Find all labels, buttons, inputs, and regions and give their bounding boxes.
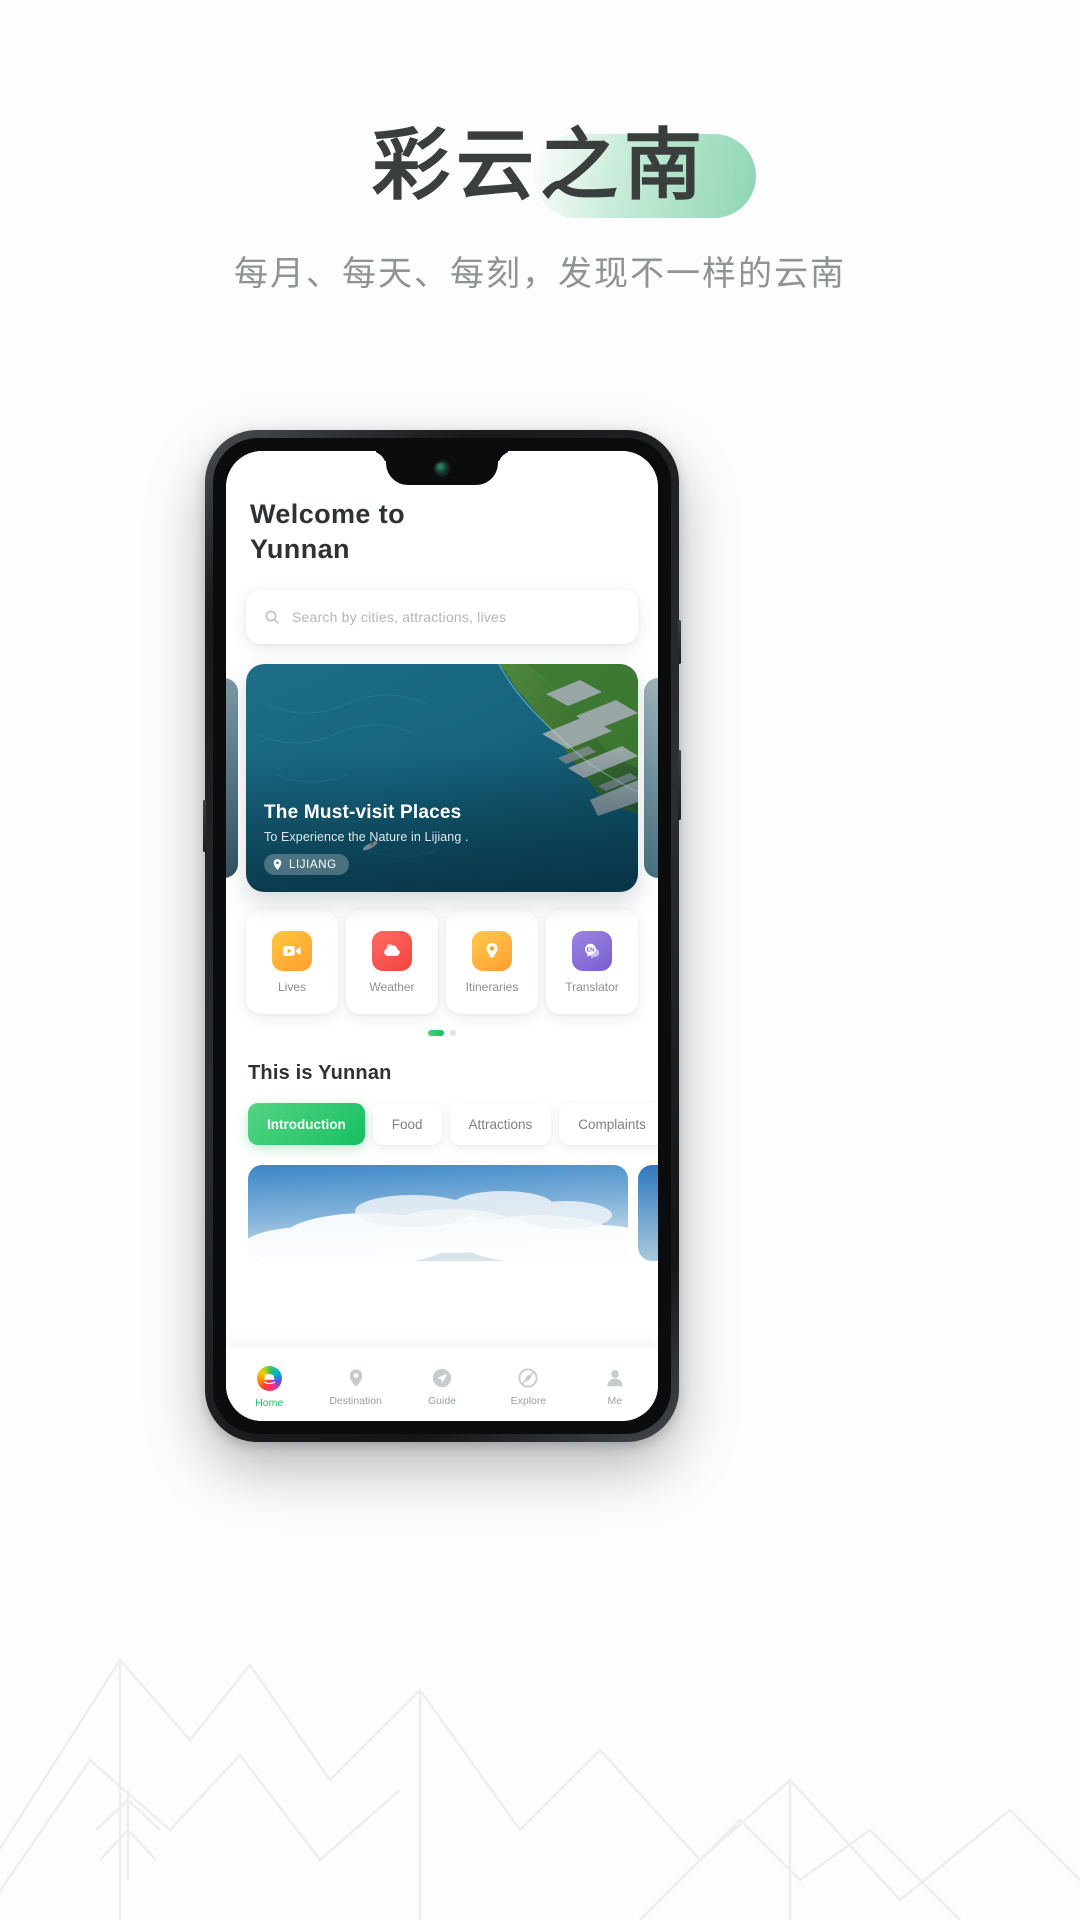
nav-item-home[interactable]: Home bbox=[226, 1365, 312, 1409]
phone-screen: Welcome to Yunnan Search by cities, attr… bbox=[226, 451, 658, 1421]
search-bar[interactable]: Search by cities, attractions, lives bbox=[246, 590, 638, 645]
tab-attractions[interactable]: Attractions bbox=[449, 1103, 552, 1146]
quick-action-label: Weather bbox=[369, 979, 415, 994]
nav-label: Me bbox=[607, 1395, 623, 1407]
carousel-card-prev[interactable] bbox=[226, 678, 238, 879]
video-camera-icon bbox=[272, 930, 312, 971]
tab-introduction[interactable]: Introduction bbox=[248, 1103, 365, 1146]
section-gallery bbox=[248, 1165, 658, 1262]
carousel-card-active[interactable]: The Must-visit Places To Experience the … bbox=[246, 664, 638, 893]
clouds-sky-image bbox=[248, 1165, 628, 1262]
tab-label: Introduction bbox=[267, 1116, 346, 1132]
app-viewport: Welcome to Yunnan Search by cities, attr… bbox=[226, 451, 658, 1421]
pagination-dot-active[interactable] bbox=[428, 1030, 444, 1037]
nav-label: Explore bbox=[510, 1395, 547, 1407]
volume-button[interactable] bbox=[678, 750, 681, 820]
quick-action-itineraries[interactable]: Itineraries bbox=[446, 910, 538, 1015]
bottom-navigation: Home Destination Guide Explore Me bbox=[226, 1347, 658, 1421]
pagination-dot[interactable] bbox=[450, 1030, 456, 1037]
gallery-card-next[interactable] bbox=[638, 1165, 658, 1262]
nav-item-me[interactable]: Me bbox=[572, 1367, 658, 1407]
nav-label: Home bbox=[255, 1396, 284, 1409]
quick-action-label: Translator bbox=[565, 979, 619, 994]
carousel-card-next[interactable] bbox=[644, 678, 658, 879]
front-camera-icon bbox=[433, 460, 451, 477]
location-pin-icon bbox=[273, 859, 282, 871]
section-tabs: Introduction Food Attractions Complaints bbox=[248, 1103, 658, 1146]
cloud-icon bbox=[372, 930, 412, 971]
search-input[interactable]: Search by cities, attractions, lives bbox=[292, 609, 506, 625]
quick-actions-row: Lives Weather Itineraries EN Translator bbox=[226, 910, 658, 1015]
location-pin-icon bbox=[472, 930, 512, 971]
nav-label: Guide bbox=[428, 1395, 457, 1407]
carousel-prev-image bbox=[226, 678, 238, 879]
carousel-next-image bbox=[644, 678, 658, 879]
carousel-caption: The Must-visit Places To Experience the … bbox=[264, 802, 622, 876]
carousel-title: The Must-visit Places bbox=[264, 802, 462, 824]
tab-food[interactable]: Food bbox=[372, 1103, 442, 1146]
phone-mockup: Welcome to Yunnan Search by cities, attr… bbox=[203, 430, 681, 1442]
nav-item-explore[interactable]: Explore bbox=[485, 1367, 571, 1407]
carousel-location-badge[interactable]: LIJIANG bbox=[264, 854, 349, 876]
poster-page: 彩云之南 每月、每天、每刻，发现不一样的云南 Welcome to Yunnan bbox=[0, 0, 1080, 1920]
quick-action-label: Itineraries bbox=[465, 979, 519, 994]
person-icon bbox=[607, 1370, 623, 1387]
nav-label: Destination bbox=[329, 1395, 382, 1407]
paper-plane-icon bbox=[432, 1368, 452, 1388]
home-logo-icon bbox=[256, 1365, 282, 1391]
assistant-button[interactable] bbox=[203, 800, 206, 852]
quick-action-translator[interactable]: EN Translator bbox=[546, 910, 638, 1015]
poster-title-wrap: 彩云之南 bbox=[371, 121, 756, 218]
compass-leaf-icon bbox=[518, 1368, 538, 1388]
carousel-pagination[interactable] bbox=[226, 1030, 658, 1037]
tab-complaints[interactable]: Complaints bbox=[559, 1103, 658, 1146]
quick-action-weather[interactable]: Weather bbox=[346, 910, 438, 1015]
phone-bezel: Welcome to Yunnan Search by cities, attr… bbox=[213, 438, 671, 1434]
translator-badge-label: EN bbox=[587, 947, 595, 953]
tab-label: Attractions bbox=[468, 1116, 533, 1132]
translate-bubble-icon: EN bbox=[572, 930, 612, 971]
page-subtitle: 每月、每天、每刻，发现不一样的云南 bbox=[234, 253, 846, 294]
carousel-badge-label: LIJIANG bbox=[289, 858, 337, 871]
tab-label: Complaints bbox=[578, 1116, 646, 1132]
carousel-subtitle: To Experience the Nature in Lijiang . bbox=[264, 830, 469, 845]
search-icon bbox=[265, 610, 279, 624]
quick-action-lives[interactable]: Lives bbox=[246, 910, 338, 1015]
nav-item-destination[interactable]: Destination bbox=[312, 1367, 398, 1407]
page-title: 彩云之南 bbox=[371, 121, 708, 211]
nav-item-guide[interactable]: Guide bbox=[399, 1367, 485, 1407]
poster-hero: 彩云之南 每月、每天、每刻，发现不一样的云南 bbox=[0, 0, 1080, 295]
location-pin-icon bbox=[349, 1369, 362, 1387]
power-button[interactable] bbox=[678, 620, 681, 664]
section-title: This is Yunnan bbox=[248, 1062, 392, 1085]
welcome-heading: Welcome to Yunnan bbox=[250, 499, 406, 564]
hero-carousel[interactable]: The Must-visit Places To Experience the … bbox=[226, 664, 658, 893]
gallery-card-clouds[interactable] bbox=[248, 1165, 628, 1262]
quick-action-label: Lives bbox=[277, 979, 306, 994]
mountain-outline-decoration bbox=[0, 1657, 1080, 1920]
tab-label: Food bbox=[391, 1116, 423, 1132]
gallery-next-image bbox=[638, 1165, 658, 1262]
